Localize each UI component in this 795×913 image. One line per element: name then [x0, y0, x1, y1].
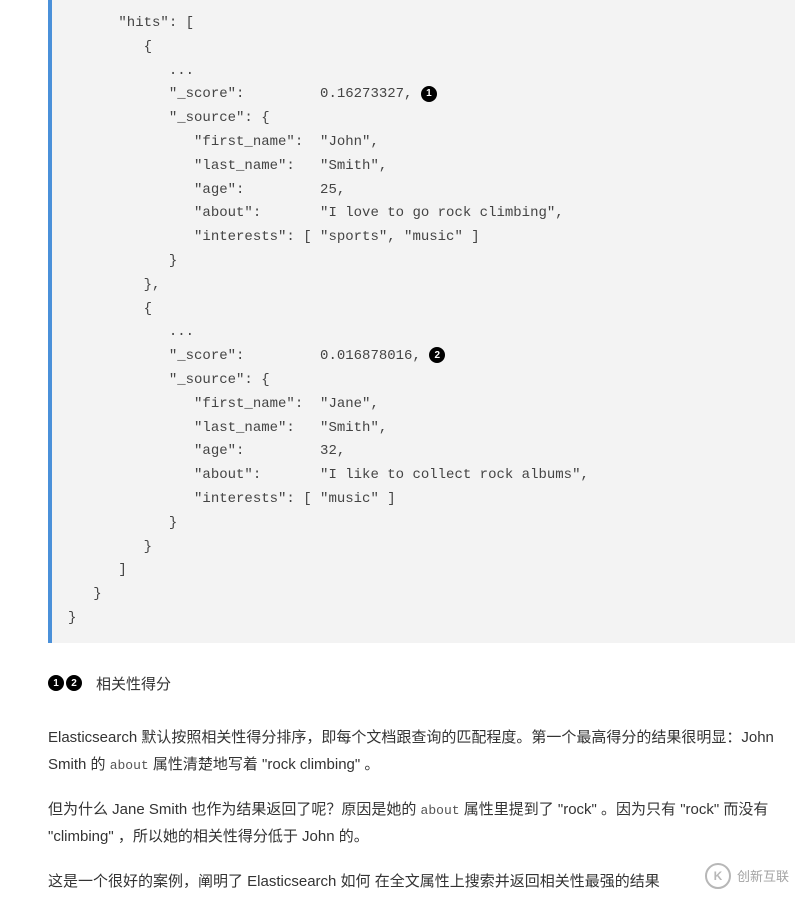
- code-callout-2-icon: 2: [429, 347, 445, 363]
- inline-code-about-1: about: [110, 758, 149, 773]
- code-block: "hits": [ { ... "_score": 0.16273327, 1 …: [48, 0, 795, 643]
- watermark: K 创新互联: [705, 863, 789, 889]
- inline-code-about-2: about: [421, 803, 460, 818]
- code-callout-1-icon: 1: [421, 86, 437, 102]
- callout-1-icon: 1: [48, 675, 64, 691]
- code-content: "hits": [ { ... "_score": 0.16273327, 1 …: [68, 12, 779, 631]
- callout-note: 1 2 相关性得分: [48, 673, 795, 694]
- callout-2-icon: 2: [66, 675, 82, 691]
- watermark-text: 创新互联: [737, 866, 789, 885]
- paragraph-2: 但为什么 Jane Smith 也作为结果返回了呢？原因是她的 about 属性…: [48, 796, 795, 850]
- paragraph-1: Elasticsearch 默认按照相关性得分排序，即每个文档跟查询的匹配程度。…: [48, 724, 795, 778]
- watermark-icon: K: [705, 863, 731, 889]
- callout-note-text: 相关性得分: [96, 673, 171, 694]
- paragraph-3: 这是一个很好的案例，阐明了 Elasticsearch 如何 在全文属性上搜索并…: [48, 868, 795, 895]
